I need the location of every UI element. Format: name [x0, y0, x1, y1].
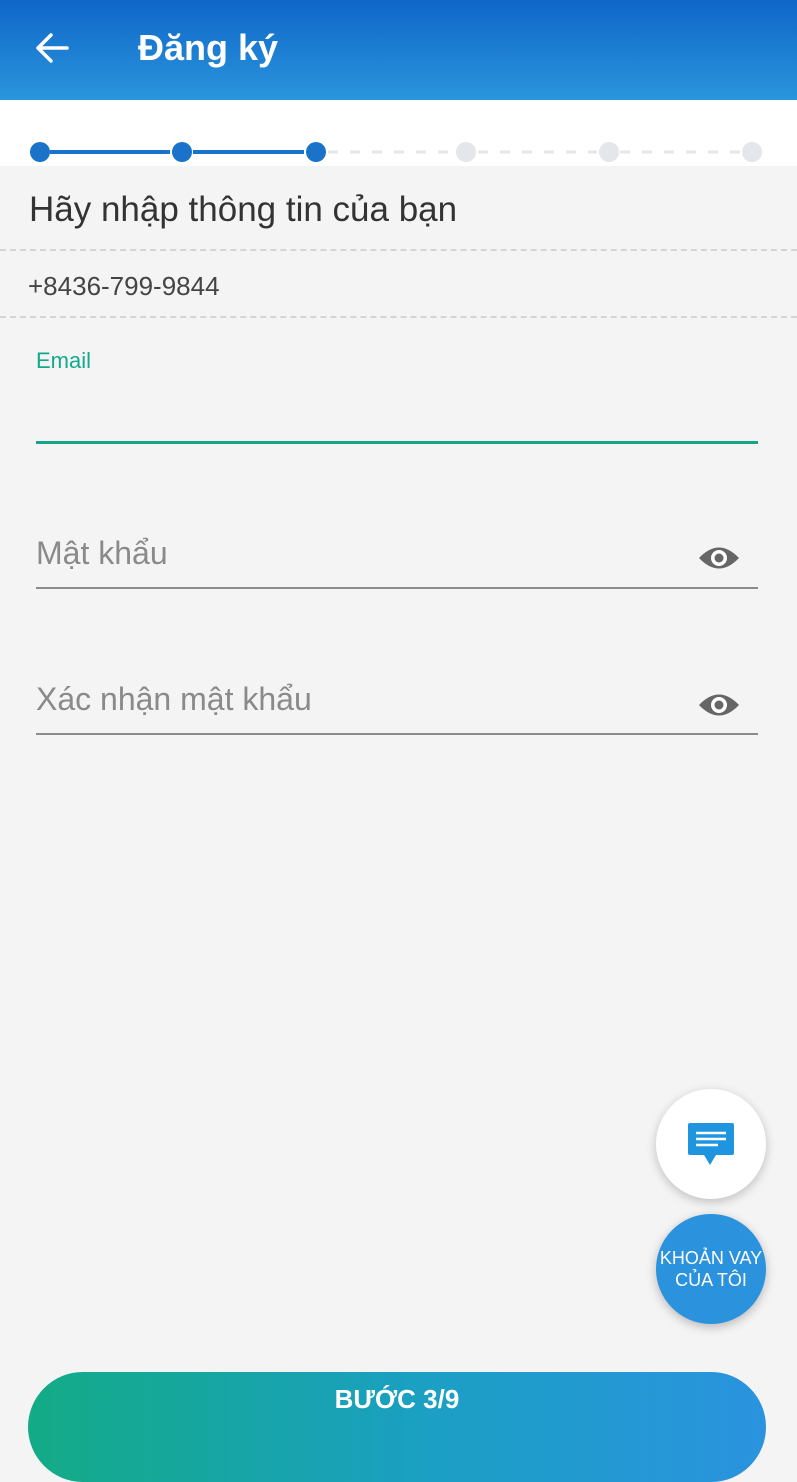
my-loans-label-line1: KHOẢN VAY [659, 1248, 763, 1268]
next-step-button[interactable]: BƯỚC 3/9 [28, 1372, 766, 1482]
step-dot-completed [172, 142, 192, 162]
step-dot-pending [742, 142, 762, 162]
phone-number: +8436-799-9844 [28, 271, 220, 301]
divider [0, 249, 797, 251]
eye-icon [699, 547, 739, 569]
back-button[interactable] [30, 28, 74, 68]
form-heading: Hãy nhập thông tin của bạn [29, 190, 458, 229]
confirm-password-visibility-toggle[interactable] [696, 689, 742, 721]
password-field[interactable] [36, 532, 758, 574]
my-loans-button[interactable]: KHOẢN VAY CỦA TÔI [656, 1214, 766, 1324]
divider [0, 316, 797, 318]
step-dot-pending [456, 142, 476, 162]
step-progress-indicator [30, 142, 762, 162]
step-dot-current [306, 142, 326, 162]
chat-button[interactable] [656, 1089, 766, 1199]
password-visibility-toggle[interactable] [696, 542, 742, 574]
step-button-label: BƯỚC 3/9 [334, 1384, 460, 1414]
app-bar: Đăng ký [0, 0, 797, 100]
arrow-left-icon [36, 33, 69, 63]
password-underline [36, 587, 758, 589]
email-field[interactable] [36, 392, 758, 432]
step-dot-completed [30, 142, 50, 162]
chat-message-icon [688, 1123, 734, 1165]
eye-icon [699, 694, 739, 716]
confirm-password-field[interactable] [36, 678, 758, 720]
my-loans-label-line2: CỦA TÔI [675, 1270, 747, 1290]
page-title: Đăng ký [138, 27, 279, 68]
email-label: Email [36, 348, 92, 373]
confirm-password-underline [36, 733, 758, 735]
step-dot-pending [599, 142, 619, 162]
email-underline [36, 441, 758, 444]
